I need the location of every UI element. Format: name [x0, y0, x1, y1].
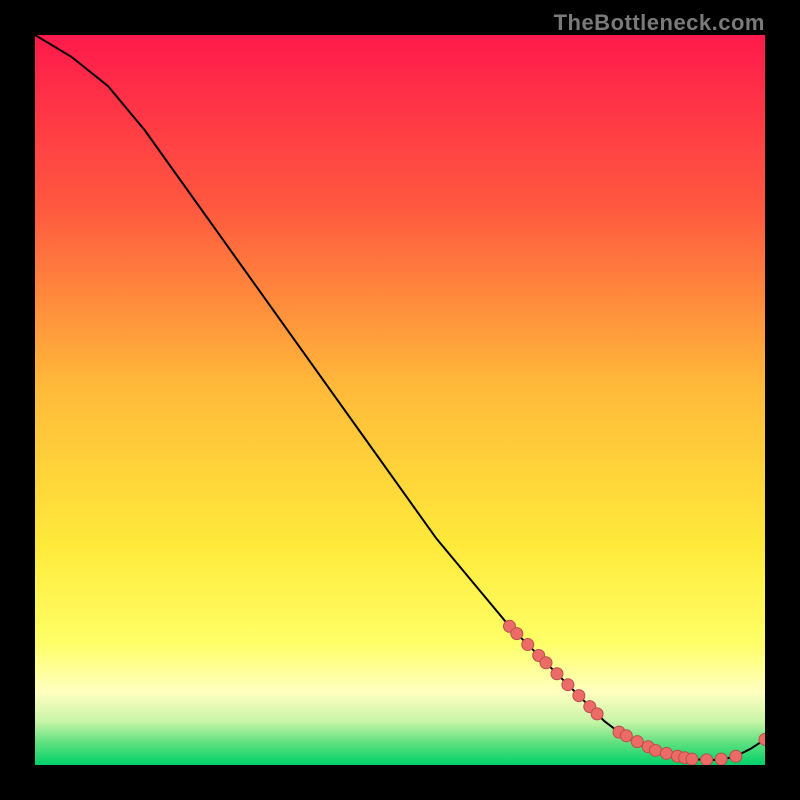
- marker-point: [540, 657, 552, 669]
- marker-point: [730, 750, 742, 762]
- marker-point: [591, 708, 603, 720]
- marker-point: [620, 730, 632, 742]
- highlighted-points: [504, 620, 766, 765]
- marker-point: [562, 679, 574, 691]
- marker-point: [686, 753, 698, 765]
- marker-point: [650, 744, 662, 756]
- marker-point: [551, 668, 563, 680]
- marker-point: [660, 747, 672, 759]
- marker-point: [715, 753, 727, 765]
- chart-stage: TheBottleneck.com: [0, 0, 800, 800]
- plot-area: [35, 35, 765, 765]
- bottleneck-curve: [35, 35, 765, 760]
- marker-point: [701, 754, 713, 765]
- marker-point: [573, 690, 585, 702]
- curve-layer: [35, 35, 765, 765]
- marker-point: [631, 736, 643, 748]
- marker-point: [511, 628, 523, 640]
- marker-point: [522, 639, 534, 651]
- watermark-text: TheBottleneck.com: [554, 10, 765, 36]
